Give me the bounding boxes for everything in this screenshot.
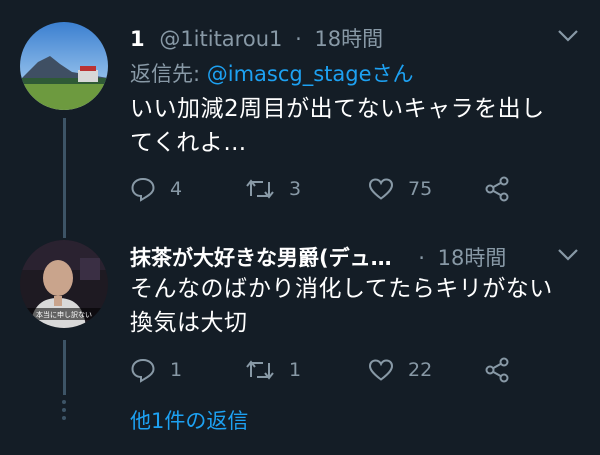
reply-to-handle[interactable]: @imascg_stage	[207, 62, 372, 86]
tweet-text: そんなのばかり消化してたらキリがない 換気は大切	[130, 272, 553, 340]
retweet-button[interactable]: 3	[245, 174, 301, 204]
share-button[interactable]	[484, 174, 510, 204]
separator: ·	[418, 246, 425, 270]
separator: ·	[295, 27, 302, 51]
tweet-text-line: 換気は大切	[130, 310, 248, 336]
share-icon	[485, 357, 509, 383]
like-count: 75	[408, 178, 433, 200]
retweet-icon	[246, 360, 274, 380]
share-icon	[485, 176, 509, 202]
avatar-image	[20, 22, 108, 110]
reply-button[interactable]: 1	[130, 355, 182, 385]
retweet-button[interactable]: 1	[245, 355, 301, 385]
tweet-text-line: そんなのばかり消化してたらキリがない	[130, 276, 553, 302]
reply-count: 1	[170, 359, 183, 381]
reply-count: 4	[170, 178, 183, 200]
like-button[interactable]: 75	[368, 174, 432, 204]
display-name[interactable]: 1	[130, 27, 145, 51]
reply-button[interactable]: 4	[130, 174, 182, 204]
thread-line-bottom	[63, 340, 66, 395]
thread-line-top	[63, 118, 66, 238]
tweet-text-line: てくれよ…	[130, 130, 247, 156]
like-icon	[368, 359, 394, 381]
avatar[interactable]: 本当に申し訳ない	[20, 240, 108, 328]
action-bar: 4 3 75	[130, 174, 530, 204]
like-button[interactable]: 22	[368, 355, 432, 385]
avatar-caption: 本当に申し訳ない	[36, 310, 92, 319]
reply-suffix: さん	[371, 62, 414, 86]
tweet-header: 抹茶が大好きな男爵(デュ… · 18時間	[130, 242, 506, 272]
chevron-down-icon[interactable]	[556, 28, 580, 44]
action-bar: 1 1 22	[130, 355, 530, 385]
handle[interactable]: @1ititarou1	[159, 27, 282, 51]
display-name[interactable]: 抹茶が大好きな男爵(デュ…	[130, 246, 392, 270]
reply-context: 返信先: @imascg_stageさん	[130, 58, 414, 88]
retweet-icon	[246, 179, 274, 199]
retweet-count: 1	[289, 359, 302, 381]
chevron-down-icon[interactable]	[556, 247, 580, 263]
thread-dot	[62, 408, 66, 412]
like-icon	[368, 178, 394, 200]
timestamp[interactable]: 18時間	[438, 246, 507, 270]
tweet-text: いい加減2周目が出てないキャラを出し てくれよ…	[130, 92, 545, 160]
timestamp[interactable]: 18時間	[314, 27, 383, 51]
reply-icon	[131, 358, 155, 383]
retweet-count: 3	[289, 178, 302, 200]
reply-prefix: 返信先:	[130, 62, 207, 86]
avatar[interactable]	[20, 22, 108, 110]
share-button[interactable]	[484, 355, 510, 385]
more-replies-link[interactable]: 他1件の返信	[130, 405, 248, 435]
thread-dot	[62, 400, 66, 404]
thread-dot	[62, 416, 66, 420]
avatar-image: 本当に申し訳ない	[20, 240, 108, 328]
tweet-text-line: いい加減2周目が出てないキャラを出し	[130, 96, 545, 122]
tweet-header: 1 @1ititarou1 · 18時間	[130, 23, 383, 53]
like-count: 22	[408, 359, 433, 381]
reply-icon	[131, 177, 155, 202]
